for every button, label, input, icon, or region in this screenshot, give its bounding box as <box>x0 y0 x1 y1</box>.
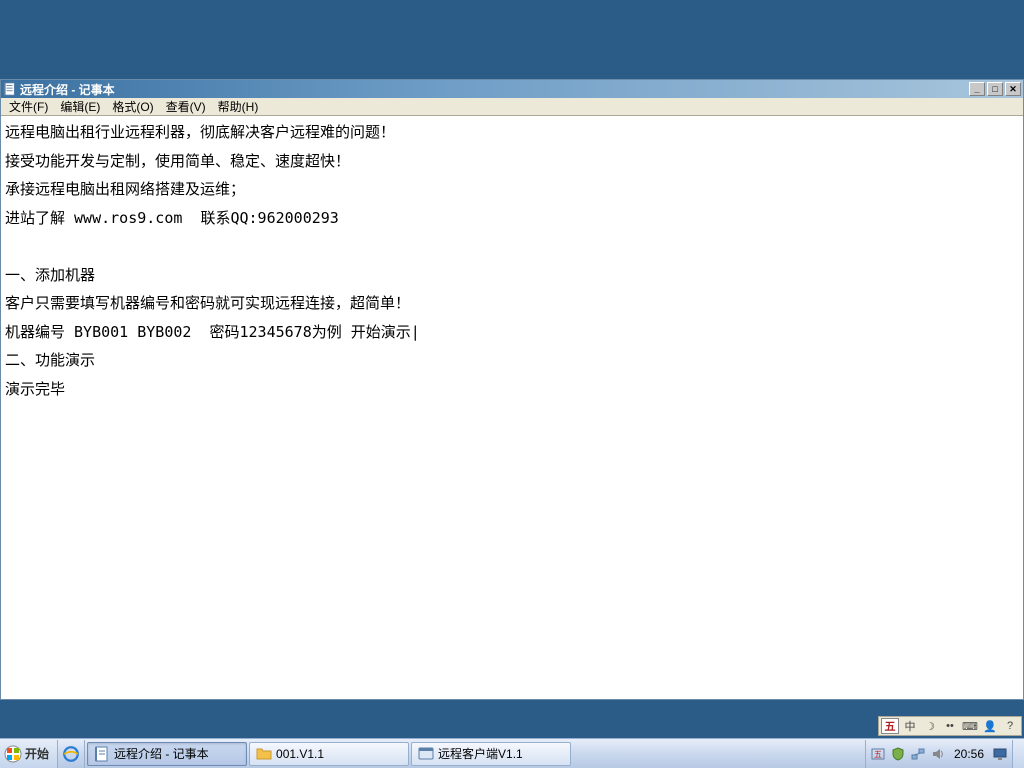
menu-edit[interactable]: 编辑(E) <box>54 97 106 116</box>
notepad-icon <box>94 746 110 762</box>
lang-moon-icon[interactable]: ☽ <box>921 718 939 734</box>
language-bar[interactable]: 五 中 ☽ •• ⌨ 👤 ? <box>878 716 1022 736</box>
notepad-window: 远程介绍 - 记事本 _ □ ✕ 文件(F) 编辑(E) 格式(O) 查看(V)… <box>0 79 1024 700</box>
taskbar: 开始 远程介绍 - 记事本 001.V1.1 <box>0 738 1024 768</box>
tray-ime-icon[interactable]: 五 <box>870 746 886 762</box>
app-icon <box>418 746 434 762</box>
task-label: 远程介绍 - 记事本 <box>114 745 209 762</box>
menu-view[interactable]: 查看(V) <box>160 97 212 116</box>
folder-icon <box>256 746 272 762</box>
menu-help[interactable]: 帮助(H) <box>212 97 265 116</box>
ie-icon[interactable] <box>62 745 80 763</box>
task-label: 001.V1.1 <box>276 747 324 761</box>
window-title: 远程介绍 - 记事本 <box>20 81 969 98</box>
task-notepad[interactable]: 远程介绍 - 记事本 <box>87 742 247 766</box>
minimize-button[interactable]: _ <box>969 82 985 96</box>
titlebar[interactable]: 远程介绍 - 记事本 _ □ ✕ <box>1 80 1023 98</box>
menu-format[interactable]: 格式(O) <box>106 97 159 116</box>
menu-file[interactable]: 文件(F) <box>3 97 54 116</box>
tray-shield-icon[interactable] <box>890 746 906 762</box>
maximize-button[interactable]: □ <box>987 82 1003 96</box>
task-app[interactable]: 远程客户端V1.1 <box>411 742 571 766</box>
menubar: 文件(F) 编辑(E) 格式(O) 查看(V) 帮助(H) <box>1 98 1023 116</box>
window-controls: _ □ ✕ <box>969 82 1023 96</box>
task-buttons: 远程介绍 - 记事本 001.V1.1 远程客户端V1.1 <box>85 740 865 768</box>
show-desktop-button[interactable] <box>1012 740 1024 768</box>
tray-volume-icon[interactable] <box>930 746 946 762</box>
lang-ch[interactable]: 中 <box>901 718 919 734</box>
desktop: 远程介绍 - 记事本 _ □ ✕ 文件(F) 编辑(E) 格式(O) 查看(V)… <box>0 0 1024 768</box>
ime-indicator[interactable]: 五 <box>881 718 899 734</box>
task-label: 远程客户端V1.1 <box>438 745 523 762</box>
task-folder[interactable]: 001.V1.1 <box>249 742 409 766</box>
text-area[interactable]: 远程电脑出租行业远程利器，彻底解决客户远程难的问题！ 接受功能开发与定制，使用简… <box>1 116 1023 699</box>
lang-keyboard-icon[interactable]: ⌨ <box>961 718 979 734</box>
tray-network-icon[interactable] <box>910 746 926 762</box>
system-tray: 五 20:56 <box>865 740 1012 768</box>
start-button[interactable]: 开始 <box>0 740 58 768</box>
close-button[interactable]: ✕ <box>1005 82 1021 96</box>
start-label: 开始 <box>25 745 49 762</box>
svg-text:五: 五 <box>874 750 882 759</box>
start-orb-icon <box>4 745 22 763</box>
quick-launch <box>58 740 85 768</box>
lang-user-icon[interactable]: 👤 <box>981 718 999 734</box>
notepad-icon <box>3 82 17 96</box>
lang-help-icon[interactable]: ? <box>1001 718 1019 734</box>
tray-monitor-icon[interactable] <box>992 746 1008 762</box>
lang-punct-icon[interactable]: •• <box>941 718 959 734</box>
tray-clock[interactable]: 20:56 <box>950 747 988 761</box>
